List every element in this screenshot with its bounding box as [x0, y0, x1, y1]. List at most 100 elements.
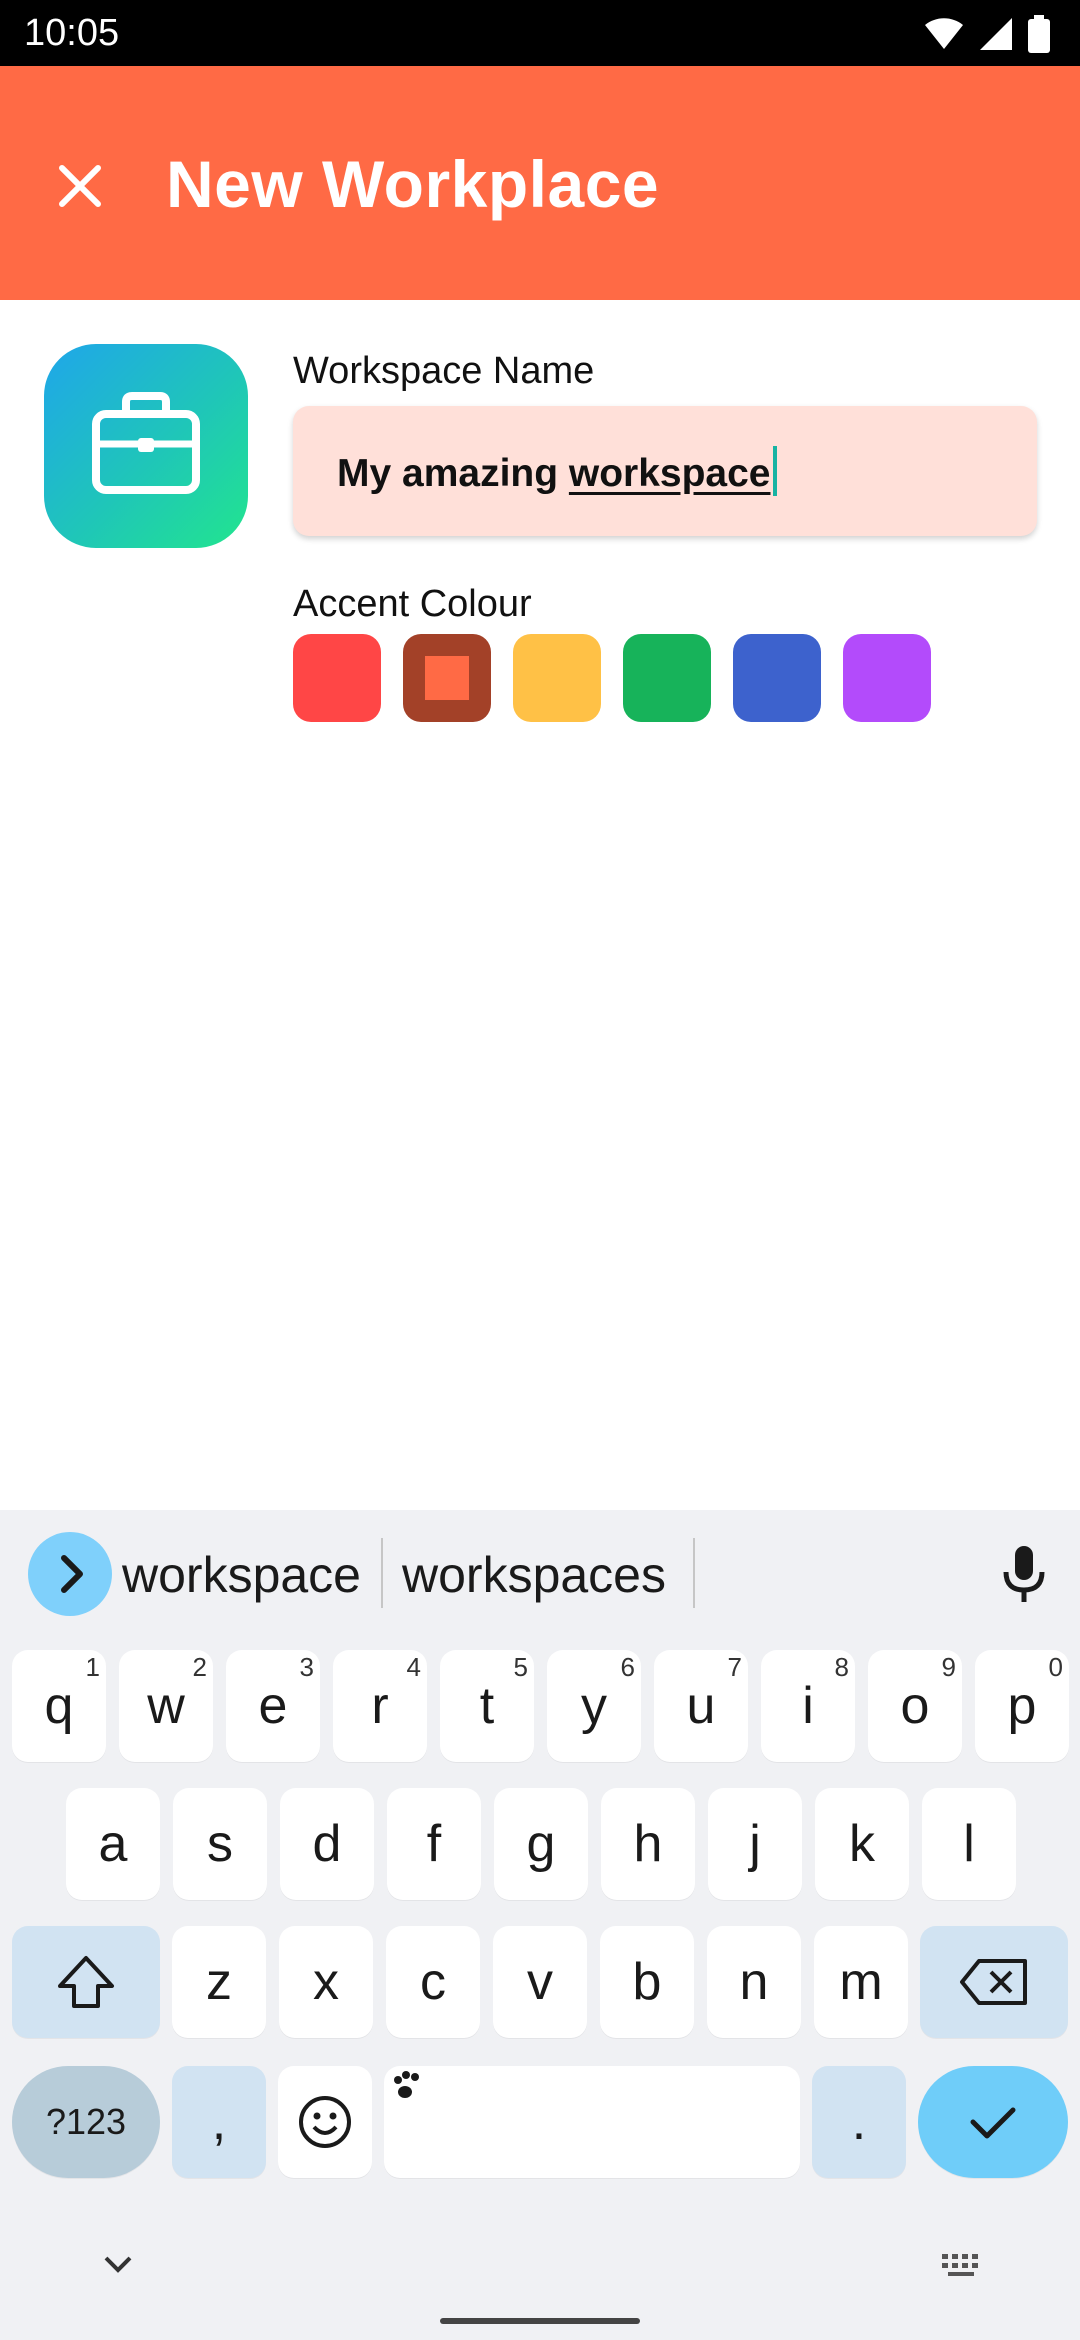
key-r-label: r [371, 1677, 389, 1735]
key-l[interactable]: l [922, 1788, 1016, 1900]
comma-key[interactable]: , [172, 2066, 266, 2178]
hide-keyboard-icon[interactable] [100, 2250, 136, 2280]
accent-swatches [293, 634, 931, 722]
key-n[interactable]: n [707, 1926, 801, 2038]
key-u-label: u [686, 1677, 716, 1735]
key-n-label: n [739, 1953, 769, 2011]
microphone-icon[interactable] [998, 1544, 1050, 1604]
key-hint: 0 [1048, 1652, 1063, 1682]
accent-swatch[interactable] [623, 634, 711, 722]
key-y[interactable]: y6 [547, 1650, 641, 1762]
text-cursor [772, 446, 777, 496]
key-v[interactable]: v [493, 1926, 587, 2038]
accent-swatch[interactable] [733, 634, 821, 722]
key-c[interactable]: c [386, 1926, 480, 2038]
key-j[interactable]: j [708, 1788, 802, 1900]
key-hint: 5 [513, 1652, 528, 1682]
home-indicator[interactable] [440, 2318, 640, 2324]
key-e-label: e [258, 1677, 288, 1735]
workspace-name-label: Workspace Name [293, 350, 595, 392]
key-z-label: z [206, 1953, 232, 2011]
key-t[interactable]: t5 [440, 1650, 534, 1762]
key-c-label: c [420, 1953, 446, 2011]
accent-swatch[interactable] [843, 634, 931, 722]
key-k-label: k [849, 1815, 875, 1873]
status-icons [924, 14, 1050, 54]
accent-swatch[interactable] [403, 634, 491, 722]
key-y-label: y [581, 1677, 607, 1735]
key-h[interactable]: h [601, 1788, 695, 1900]
emoji-key[interactable] [278, 2066, 372, 2178]
status-time: 10:05 [24, 12, 120, 54]
workspace-name-value: My amazing workspace [337, 446, 777, 500]
name-text-composing: workspace [568, 452, 771, 495]
period-key[interactable]: . [812, 2066, 906, 2178]
paw-icon [394, 2071, 419, 2098]
key-x-label: x [313, 1953, 339, 2011]
key-u[interactable]: u7 [654, 1650, 748, 1762]
key-d[interactable]: d [280, 1788, 374, 1900]
key-h-label: h [633, 1815, 663, 1873]
key-f[interactable]: f [387, 1788, 481, 1900]
key-a-label: a [98, 1815, 128, 1873]
key-p-label: p [1007, 1677, 1037, 1735]
key-v-label: v [527, 1953, 553, 2011]
key-o[interactable]: o9 [868, 1650, 962, 1762]
symbols-key[interactable]: ?123 [12, 2066, 160, 2178]
key-g[interactable]: g [494, 1788, 588, 1900]
shift-icon [58, 1956, 114, 2008]
key-w[interactable]: w2 [119, 1650, 213, 1762]
backspace-key[interactable] [920, 1926, 1068, 2038]
key-x[interactable]: x [279, 1926, 373, 2038]
key-hint: 8 [834, 1652, 849, 1682]
suggestion-divider [693, 1538, 695, 1608]
key-hint: 1 [85, 1652, 100, 1682]
workspace-name-input[interactable]: My amazing workspace [293, 406, 1037, 536]
symbols-key-label: ?123 [45, 2101, 127, 2142]
status-bar: 10:05 [0, 0, 1080, 66]
key-r[interactable]: r4 [333, 1650, 427, 1762]
suggestion-1[interactable]: workspace [122, 1546, 361, 1604]
key-o-label: o [900, 1677, 930, 1735]
key-a[interactable]: a [66, 1788, 160, 1900]
key-hint: 4 [406, 1652, 421, 1682]
accent-swatch[interactable] [293, 634, 381, 722]
shift-key[interactable] [12, 1926, 160, 2038]
key-b-label: b [632, 1953, 662, 2011]
page-title: New Workplace [166, 147, 660, 221]
accent-swatch[interactable] [513, 634, 601, 722]
expand-suggestions-button[interactable] [28, 1532, 112, 1616]
key-hint: 3 [299, 1652, 314, 1682]
key-m[interactable]: m [814, 1926, 908, 2038]
suggestion-bar: workspace workspaces [0, 1510, 1080, 1636]
wifi-icon [925, 18, 963, 49]
backspace-icon [960, 1959, 1027, 2005]
emoji-icon [299, 2096, 351, 2148]
briefcase-icon [92, 392, 200, 494]
enter-key[interactable] [918, 2066, 1068, 2178]
close-icon[interactable] [50, 156, 110, 216]
selected-indicator [425, 656, 469, 700]
key-w-label: w [147, 1677, 185, 1735]
key-m-label: m [839, 1953, 883, 2011]
key-l-label: l [963, 1815, 975, 1873]
key-p[interactable]: p0 [975, 1650, 1069, 1762]
accent-colour-label: Accent Colour [293, 583, 532, 625]
key-hint: 7 [727, 1652, 742, 1682]
key-k[interactable]: k [815, 1788, 909, 1900]
suggestion-2[interactable]: workspaces [402, 1546, 666, 1604]
key-s[interactable]: s [173, 1788, 267, 1900]
key-z[interactable]: z [172, 1926, 266, 2038]
key-d-label: d [312, 1815, 342, 1873]
keyboard: workspace workspaces q1w2e3r4t5y6u7i8o9p… [0, 1510, 1080, 2340]
key-i[interactable]: i8 [761, 1650, 855, 1762]
key-q[interactable]: q1 [12, 1650, 106, 1762]
space-key[interactable] [384, 2066, 800, 2178]
key-e[interactable]: e3 [226, 1650, 320, 1762]
key-hint: 2 [192, 1652, 207, 1682]
key-b[interactable]: b [600, 1926, 694, 2038]
name-text-plain: My amazing [337, 452, 569, 495]
workspace-icon[interactable] [44, 344, 248, 548]
key-i-label: i [802, 1677, 814, 1735]
keyboard-switch-icon[interactable] [940, 2250, 986, 2280]
